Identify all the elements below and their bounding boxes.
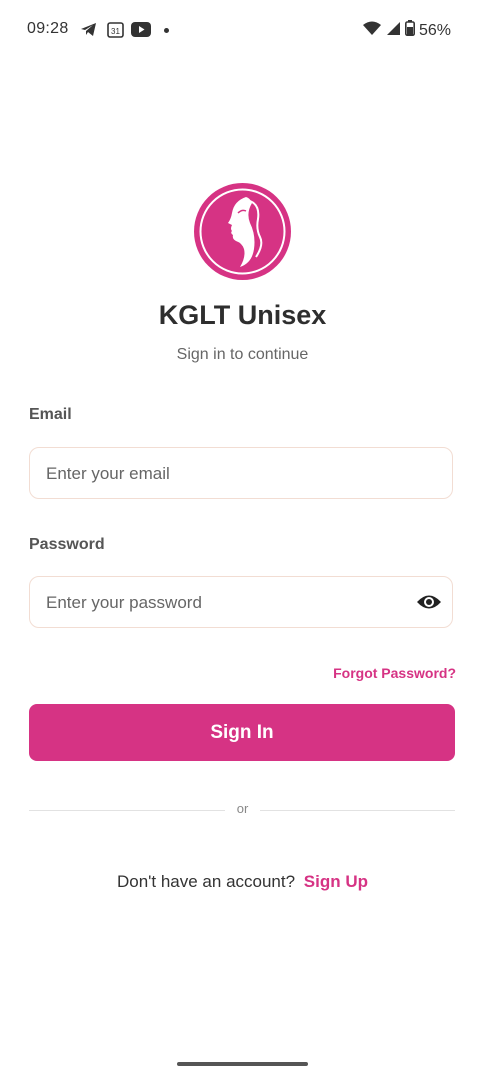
signal-icon bbox=[385, 21, 401, 41]
sign-in-button[interactable]: Sign In bbox=[29, 704, 455, 761]
calendar-icon: 31 bbox=[107, 20, 124, 38]
youtube-icon bbox=[131, 20, 151, 38]
email-field[interactable] bbox=[44, 448, 408, 499]
signup-row: Don't have an account? Sign Up bbox=[0, 872, 485, 892]
app-logo bbox=[194, 183, 291, 280]
password-field-container[interactable] bbox=[29, 576, 453, 628]
forgot-password-link[interactable]: Forgot Password? bbox=[333, 665, 456, 681]
divider-or: or bbox=[236, 801, 249, 816]
app-title: KGLT Unisex bbox=[158, 300, 327, 330]
password-field[interactable] bbox=[44, 577, 408, 628]
telegram-icon bbox=[80, 20, 97, 38]
wifi-icon bbox=[362, 21, 381, 41]
sign-up-link[interactable]: Sign Up bbox=[304, 872, 368, 891]
home-indicator[interactable] bbox=[177, 1062, 308, 1066]
email-field-container[interactable] bbox=[29, 447, 453, 499]
password-label: Password bbox=[29, 536, 105, 553]
email-label: Email bbox=[29, 406, 72, 423]
eye-icon[interactable] bbox=[416, 590, 442, 614]
notification-dot-icon bbox=[164, 28, 169, 33]
signup-prompt: Don't have an account? bbox=[116, 872, 296, 891]
calendar-day: 31 bbox=[111, 27, 120, 36]
battery-percent: 56% bbox=[418, 21, 451, 39]
status-bar: 09:28 31 56% bbox=[0, 0, 485, 60]
subtitle: Sign in to continue bbox=[176, 346, 309, 363]
status-time: 09:28 bbox=[27, 20, 69, 37]
status-right: 56% bbox=[362, 20, 451, 41]
battery-icon bbox=[404, 20, 415, 41]
divider-right bbox=[260, 810, 455, 811]
